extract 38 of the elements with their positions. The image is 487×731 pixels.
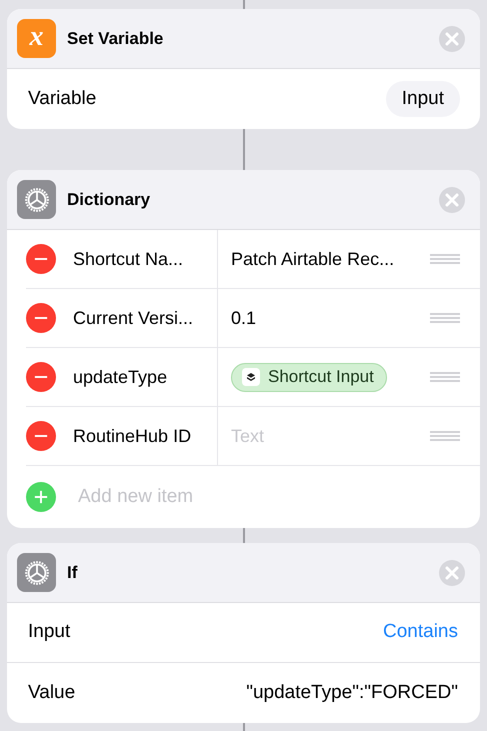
dictionary-key[interactable]: Shortcut Na... (73, 246, 184, 272)
action-title: Set Variable (67, 28, 164, 50)
variable-token[interactable]: Shortcut Input (231, 362, 387, 392)
parameter-label: Value (28, 680, 76, 705)
drag-handle[interactable] (430, 372, 460, 382)
settings-icon (17, 180, 56, 219)
condition-link[interactable]: Contains (383, 618, 458, 647)
drag-handle[interactable] (430, 313, 460, 323)
add-button[interactable] (26, 482, 56, 512)
parameter-label: Input (28, 620, 70, 644)
close-button[interactable] (438, 186, 466, 214)
dictionary-value[interactable]: 0.1 (231, 304, 430, 332)
settings-icon (17, 553, 56, 592)
minus-icon (34, 434, 48, 438)
dictionary-key[interactable]: updateType (73, 364, 168, 390)
action-title: Dictionary (67, 188, 152, 211)
remove-button[interactable] (26, 303, 56, 333)
minus-icon (34, 257, 48, 261)
parameter-value[interactable]: "updateType":"FORCED" (246, 678, 458, 708)
action-title: If (67, 562, 78, 584)
remove-button[interactable] (26, 362, 56, 392)
remove-button[interactable] (26, 421, 56, 451)
parameter-label: Variable (28, 86, 96, 111)
close-button[interactable] (438, 24, 466, 52)
variable-icon: x (17, 19, 56, 58)
value-field[interactable]: Text (231, 422, 381, 450)
layers-icon (247, 373, 255, 381)
drag-handle[interactable] (430, 431, 460, 441)
variable-token[interactable]: Input (386, 80, 460, 118)
dictionary-key[interactable]: Current Versi... (73, 304, 194, 332)
dictionary-key[interactable]: RoutineHub ID (73, 422, 192, 450)
close-button[interactable] (438, 558, 466, 586)
dictionary-value[interactable]: Patch Airtable Rec... (231, 246, 430, 272)
plus-icon (34, 490, 48, 504)
remove-button[interactable] (26, 244, 56, 274)
minus-icon (34, 375, 48, 379)
minus-icon (34, 316, 48, 320)
drag-handle[interactable] (430, 254, 460, 264)
